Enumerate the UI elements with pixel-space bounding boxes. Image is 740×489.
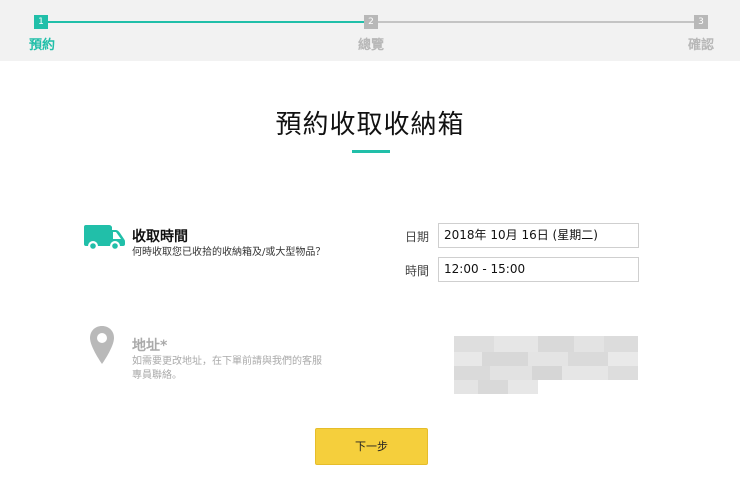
time-label: 時間 <box>405 264 430 278</box>
title-underline <box>352 150 390 153</box>
step-3-number: 3 <box>694 15 708 29</box>
van-icon <box>82 224 126 254</box>
step-3-label: 確認 <box>688 38 715 53</box>
time-field[interactable]: 12:00 - 15:00 <box>438 257 639 282</box>
date-field[interactable]: 2018年 10月 16日 (星期二) <box>438 223 639 248</box>
date-label: 日期 <box>405 230 430 244</box>
pickup-time-subtitle: 何時收取您已收拾的收納箱及/或大型物品？ <box>132 247 326 258</box>
step-2-number: 2 <box>364 15 378 29</box>
step-1-number[interactable]: 1 <box>34 15 48 29</box>
step-connector-1 <box>48 21 364 23</box>
step-2-label: 總覽 <box>358 38 385 53</box>
step-progress-bar: 1 預約 2 總覽 3 確認 <box>0 0 740 61</box>
address-subtitle-line2: 專員聯絡。 <box>132 370 182 381</box>
next-button[interactable]: 下一步 <box>315 428 428 465</box>
step-connector-2 <box>378 21 694 23</box>
address-subtitle-line1: 如需要更改地址，在下單前請與我們的客服 <box>132 356 322 367</box>
page-title: 預約收取收納箱 <box>275 110 465 140</box>
address-title: 地址* <box>132 338 168 354</box>
location-pin-icon <box>89 325 115 369</box>
pickup-time-title: 收取時間 <box>132 229 188 245</box>
step-1-label[interactable]: 預約 <box>29 34 55 53</box>
